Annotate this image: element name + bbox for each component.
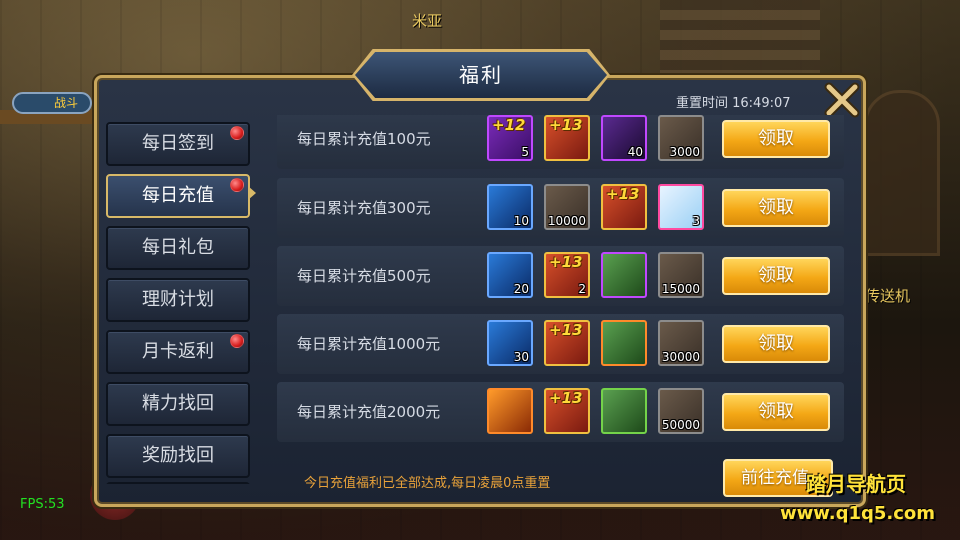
reward-condition: 每日累计充值300元	[297, 199, 431, 217]
fps-counter: FPS:53	[20, 497, 65, 512]
reward-condition: 每日累计充值100元	[297, 130, 431, 148]
green-scroll-icon[interactable]	[601, 320, 647, 366]
reward-list[interactable]: 每日累计充值100元 +12 5 +13 40 3000 领取 每日累计充值30…	[277, 115, 844, 453]
background-door	[864, 90, 940, 256]
background-stairs	[660, 0, 820, 80]
page-title: 福利	[459, 63, 503, 87]
reward-row: 每日累计充值500元 20 +13 2 15000 领取	[277, 246, 844, 306]
hammer-icon[interactable]: 10	[487, 184, 533, 230]
ice-crystal-icon[interactable]: 3	[658, 184, 704, 230]
claim-button[interactable]: 领取	[722, 189, 830, 227]
gold-gem-icon[interactable]: +13	[544, 388, 590, 434]
gold-gem-icon[interactable]: +13 2	[544, 252, 590, 298]
sidebar-item-monthly-card[interactable]: 月卡返利	[106, 330, 250, 374]
hammer-icon[interactable]: 20	[487, 252, 533, 298]
sidebar-item-daily-signin[interactable]: 每日签到	[106, 122, 250, 166]
scroll-icon[interactable]: 30000	[658, 320, 704, 366]
orange-hammer-icon[interactable]	[487, 388, 533, 434]
reward-row: 每日累计充值100元 +12 5 +13 40 3000 领取	[277, 115, 844, 169]
sidebar-item-daily-gift[interactable]: 每日礼包	[106, 226, 250, 270]
sidebar-item-reward-recovery[interactable]: 奖励找回	[106, 434, 250, 478]
reset-notice: 今日充值福利已全部达成,每日凌晨0点重置	[304, 476, 551, 491]
sidebar-item-label: 每日充值	[142, 185, 214, 206]
reward-condition: 每日累计充值500元	[297, 267, 431, 285]
sidebar-item-label: 理财计划	[142, 289, 214, 310]
active-tab-arrow-icon	[248, 186, 256, 200]
scroll-icon[interactable]: 3000	[658, 115, 704, 161]
purple-book-icon[interactable]: 40	[601, 115, 647, 161]
notification-dot	[230, 126, 244, 140]
reward-row: 每日累计充值300元 10 10000 +13 3 领取	[277, 178, 844, 238]
battle-badge[interactable]: 战斗	[12, 92, 92, 114]
claim-button[interactable]: 领取	[722, 393, 830, 431]
sidebar-item-finance-plan[interactable]: 理财计划	[106, 278, 250, 322]
sidebar-item-label: 月卡返利	[142, 341, 214, 362]
scroll-icon[interactable]: 50000	[658, 388, 704, 434]
reward-condition: 每日累计充值1000元	[297, 335, 441, 353]
gold-gem-icon[interactable]: +13	[601, 184, 647, 230]
sidebar-item-label: 精力找回	[142, 393, 214, 414]
scroll-icon[interactable]: 15000	[658, 252, 704, 298]
npc-name-label: 米亚	[412, 12, 443, 30]
watermark-url: www.q1q5.com	[780, 503, 936, 524]
claim-button[interactable]: 领取	[722, 325, 830, 363]
green-scroll-icon[interactable]	[601, 252, 647, 298]
reward-row: 每日累计充值1000元 30 +13 30000 领取	[277, 314, 844, 374]
gold-gem-icon[interactable]: +13	[544, 320, 590, 366]
hammer-icon[interactable]: 30	[487, 320, 533, 366]
claim-button[interactable]: 领取	[722, 257, 830, 295]
green-scroll-icon[interactable]	[601, 388, 647, 434]
sidebar-item-label: 奖励找回	[142, 445, 214, 466]
teleporter-label: 传送机	[865, 287, 911, 305]
sidebar-item-energy-recovery[interactable]: 精力找回	[106, 382, 250, 426]
reset-time: 重置时间 16:49:07	[676, 96, 791, 111]
notification-dot	[230, 334, 244, 348]
sidebar-item-daily-recharge[interactable]: 每日充值	[106, 174, 250, 218]
sidebar: 每日签到 每日充值 每日礼包 理财计划 月卡返利 精力找回 奖励找回	[106, 122, 252, 484]
notification-dot	[230, 178, 244, 192]
watermark-name: 踏月导航页	[806, 472, 906, 496]
reward-row: 每日累计充值2000元 +13 50000 领取	[277, 382, 844, 442]
purple-gem-icon[interactable]: +12 5	[487, 115, 533, 161]
scroll-icon[interactable]: 10000	[544, 184, 590, 230]
sidebar-item-label: 每日礼包	[142, 237, 214, 258]
sidebar-item-more[interactable]	[106, 482, 250, 484]
gold-gem-icon[interactable]: +13	[544, 115, 590, 161]
sidebar-item-label: 每日签到	[142, 133, 214, 154]
reward-condition: 每日累计充值2000元	[297, 403, 441, 421]
claim-button[interactable]: 领取	[722, 120, 830, 158]
